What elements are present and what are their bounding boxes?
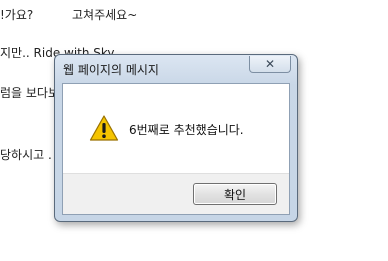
dialog-title: 웹 페이지의 메시지 xyxy=(63,63,159,77)
close-button[interactable]: ✕ xyxy=(249,56,291,73)
background-text: !가요? xyxy=(0,8,34,22)
dialog-body: 6번째로 추천했습니다. 확인 xyxy=(62,83,290,215)
dialog-titlebar[interactable]: 웹 페이지의 메시지 ✕ xyxy=(55,55,297,83)
close-icon: ✕ xyxy=(264,57,276,71)
ok-button[interactable]: 확인 xyxy=(193,183,277,205)
dialog-message: 6번째로 추천했습니다. xyxy=(129,123,244,137)
background-text: 고쳐주세요~ xyxy=(72,8,138,22)
warning-icon xyxy=(89,115,119,141)
dialog-footer: 확인 xyxy=(63,173,289,214)
background-text: 당하시고 . xyxy=(0,148,52,162)
background-text: 럼을 보다보 xyxy=(0,86,60,100)
message-dialog: 웹 페이지의 메시지 ✕ 6번째로 추천했습니다. 확인 xyxy=(54,54,298,222)
